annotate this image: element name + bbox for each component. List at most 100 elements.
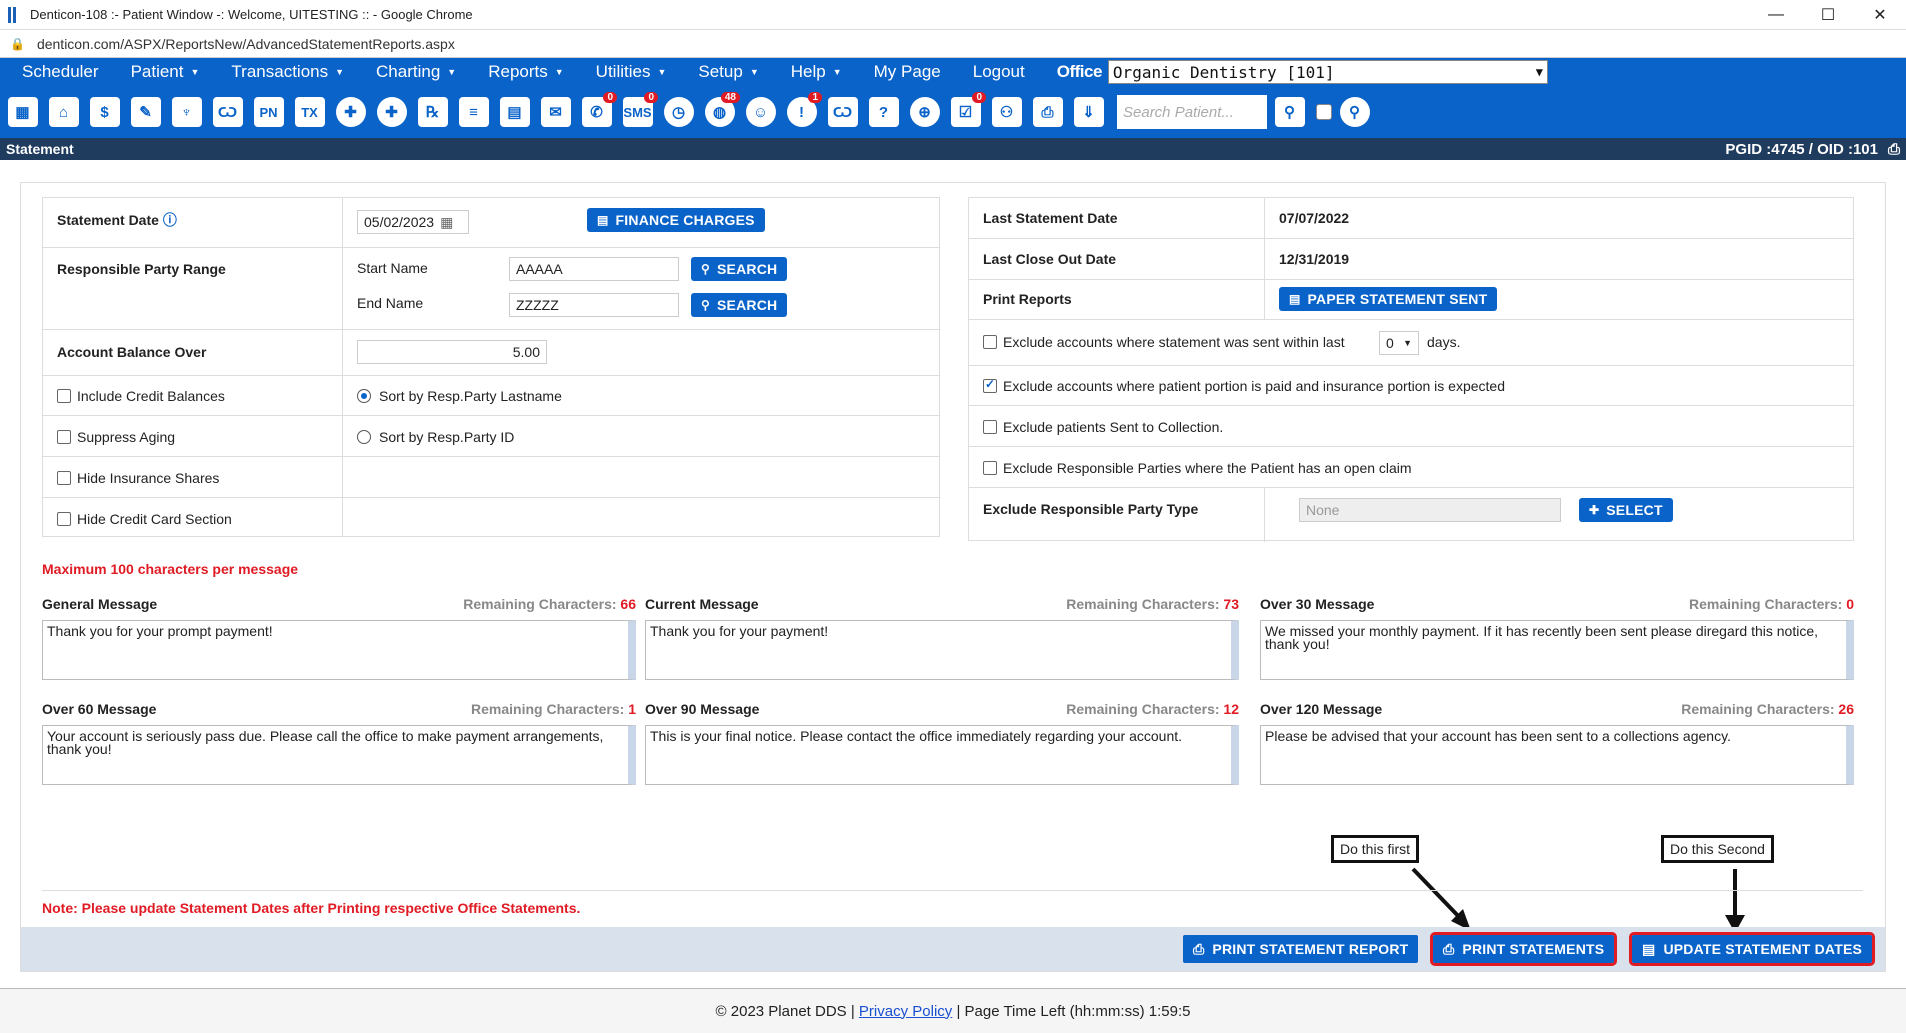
over90-message-textarea[interactable]: This is your final notice. Please contac… (645, 725, 1239, 785)
checklist-badge: 0 (972, 92, 986, 103)
clock-icon[interactable]: ◷ (660, 92, 697, 132)
current-message-textarea[interactable]: Thank you for your payment! (645, 620, 1239, 680)
exclude-portion-checkbox[interactable]: Exclude accounts where patient portion i… (983, 377, 1505, 394)
tooth-chart-icon[interactable]: ♆ (168, 92, 205, 132)
url-text: denticon.com/ASPX/ReportsNew/AdvancedSta… (36, 35, 455, 52)
group-search-icon[interactable]: ⚲ (1336, 92, 1373, 132)
hide-cc-checkbox[interactable]: Hide Credit Card Section (57, 511, 232, 527)
minimize-icon[interactable]: — (1750, 0, 1802, 30)
rx-icon[interactable]: ℞ (414, 92, 451, 132)
window-title: Denticon-108 :- Patient Window -: Welcom… (30, 7, 473, 22)
paper-statement-sent-button[interactable]: ▤ PAPER STATEMENT SENT (1279, 287, 1498, 311)
caret-down-icon: ▼ (335, 67, 345, 77)
checklist-icon[interactable]: ☑ 0 (947, 92, 986, 132)
address-bar[interactable]: 🔒 denticon.com/ASPX/ReportsNew/AdvancedS… (0, 30, 1906, 58)
add-user-btn-icon: ✚ (1589, 503, 1600, 517)
menu-charting[interactable]: Charting ▼ (360, 62, 472, 82)
printer-icon[interactable]: ⎙ (1029, 92, 1066, 132)
calendar-icon[interactable]: ▦ (4, 92, 41, 132)
edit-icon[interactable]: ✎ (127, 92, 164, 132)
end-search-button[interactable]: ⚲ SEARCH (691, 293, 788, 317)
menu-logout[interactable]: Logout (957, 62, 1041, 82)
chat-icon[interactable]: ✆ 0 (578, 92, 617, 132)
print-statements-button[interactable]: ⎙ PRINT STATEMENTS (1429, 932, 1618, 966)
menu-help[interactable]: Help ▼ (775, 62, 858, 82)
help-icon[interactable]: ? (865, 92, 902, 132)
tx-icon[interactable]: TX (291, 92, 328, 132)
close-icon[interactable]: ✕ (1854, 0, 1906, 30)
message-icon[interactable]: ≡ (455, 92, 492, 132)
sort-lastname-radio[interactable]: Sort by Resp.Party Lastname (357, 388, 562, 404)
callout-first: Do this first (1331, 835, 1420, 863)
alert-badge: 1 (808, 92, 822, 103)
start-search-button[interactable]: ⚲ SEARCH (691, 257, 788, 281)
tooth-search-icon[interactable]: Ѡ (824, 92, 861, 132)
maximize-icon[interactable]: ☐ (1802, 0, 1854, 30)
credit-card-row: Hide Credit Card Section (43, 498, 939, 538)
exclude-days-select[interactable]: 0 ▼ (1379, 331, 1419, 355)
privacy-policy-link[interactable]: Privacy Policy (859, 1003, 952, 1020)
select-button[interactable]: ✚ SELECT (1579, 498, 1673, 522)
over120-message-textarea[interactable]: Please be advised that your account has … (1260, 725, 1854, 785)
search-patient-input[interactable]: Search Patient... (1117, 95, 1267, 129)
family-icon[interactable]: ⚇ (988, 92, 1025, 132)
exclude-portion-row: Exclude accounts where patient portion i… (969, 366, 1853, 406)
page-title: Statement (6, 141, 74, 157)
download-icon[interactable]: ⇓ (1070, 92, 1107, 132)
over30-message-textarea[interactable]: We missed your monthly payment. If it ha… (1260, 620, 1854, 680)
office-select[interactable]: Organic Dentistry [101] ▼ (1107, 60, 1548, 84)
document-btn-icon: ▤ (597, 213, 609, 227)
home-icon[interactable]: ⌂ (45, 92, 82, 132)
print-icon[interactable]: ⎙ (1888, 141, 1900, 158)
menu-reports[interactable]: Reports ▼ (472, 62, 579, 82)
caret-down-icon: ▼ (657, 67, 667, 77)
toolbar-checkbox[interactable] (1316, 104, 1332, 120)
hide-insurance-checkbox[interactable]: Hide Insurance Shares (57, 470, 219, 486)
over60-message-textarea[interactable]: Your account is seriously pass due. Plea… (42, 725, 636, 785)
update-statement-dates-button[interactable]: ▤ UPDATE STATEMENT DATES (1628, 932, 1876, 966)
exclude-sent-checkbox[interactable]: Exclude accounts where statement was sen… (983, 334, 1345, 350)
suppress-aging-checkbox[interactable]: Suppress Aging (57, 429, 175, 445)
add-users-icon[interactable]: ✚ (373, 92, 410, 132)
last-closeout-value: 12/31/2019 (1279, 251, 1350, 267)
exclude-collection-checkbox[interactable]: Exclude patients Sent to Collection. (983, 419, 1223, 435)
insurance-row: Hide Insurance Shares (43, 457, 939, 498)
general-message-textarea[interactable]: Thank you for your prompt payment! (42, 620, 636, 680)
exclude-type-input[interactable]: None (1299, 498, 1561, 522)
menu-utilities[interactable]: Utilities ▼ (580, 62, 683, 82)
start-name-input[interactable]: AAAAA (509, 257, 679, 281)
balance-over-row: Account Balance Over 5.00 (43, 330, 939, 376)
globe-icon[interactable]: ◍ 48 (701, 92, 740, 132)
document-icon[interactable]: ▤ (496, 92, 533, 132)
info-icon[interactable]: ⓘ (163, 212, 177, 228)
caret-down-icon: ▼ (190, 67, 200, 77)
statement-date-input[interactable]: 05/02/2023 ▦ (357, 210, 469, 234)
pn-icon[interactable]: PN (250, 92, 287, 132)
alert-icon[interactable]: ! 1 (783, 92, 822, 132)
menu-transactions[interactable]: Transactions ▼ (215, 62, 360, 82)
support-icon[interactable]: ☺ (742, 92, 779, 132)
sms-icon[interactable]: SMS 0 (619, 92, 658, 132)
printer-btn-icon: ⎙ (1193, 940, 1205, 957)
menu-scheduler[interactable]: Scheduler (6, 62, 115, 82)
end-name-input[interactable]: ZZZZZ (509, 293, 679, 317)
menu-my-page[interactable]: My Page (858, 62, 957, 82)
message-title: Over 60 Message (42, 701, 157, 717)
add-user-icon[interactable]: ✚ (332, 92, 369, 132)
menu-setup[interactable]: Setup ▼ (682, 62, 774, 82)
caret-down-icon: ▼ (447, 67, 457, 77)
mail-icon[interactable]: ✉ (537, 92, 574, 132)
menu-patient[interactable]: Patient ▼ (115, 62, 216, 82)
print-statement-report-button[interactable]: ⎙ PRINT STATEMENT REPORT (1183, 935, 1419, 963)
include-credit-checkbox[interactable]: Include Credit Balances (57, 388, 225, 404)
web-icon[interactable]: ⊕ (906, 92, 943, 132)
exclude-open-claim-checkbox[interactable]: Exclude Responsible Parties where the Pa… (983, 460, 1412, 476)
patient-search-icon[interactable]: ⚲ (1271, 92, 1308, 132)
exclude-type-row: Exclude Responsible Party Type None ✚ SEL… (969, 488, 1853, 542)
tooth-icon[interactable]: Ѡ (209, 92, 246, 132)
printer-btn-icon: ⎙ (1443, 940, 1455, 957)
sort-id-radio[interactable]: Sort by Resp.Party ID (357, 429, 514, 445)
balance-over-input[interactable]: 5.00 (357, 340, 547, 364)
finance-charges-button[interactable]: ▤ FINANCE CHARGES (587, 208, 765, 232)
dollar-icon[interactable]: $ (86, 92, 123, 132)
